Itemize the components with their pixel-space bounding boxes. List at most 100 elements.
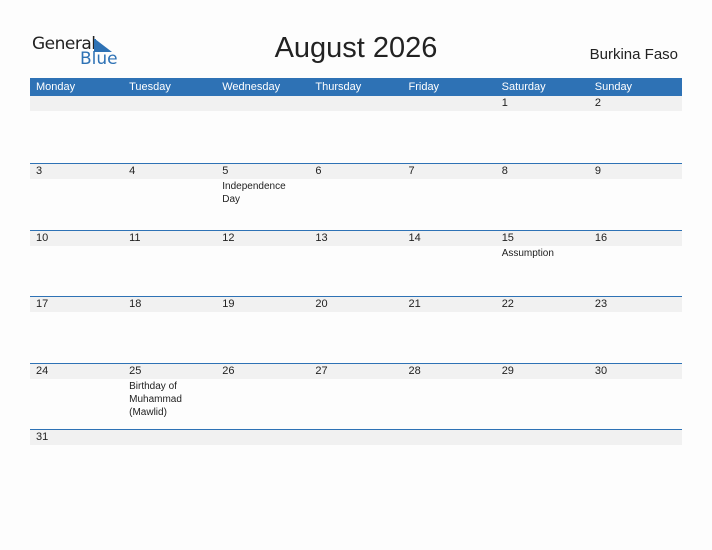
day-number: 11 — [129, 231, 141, 244]
week-row: 10 11 12 13 14 15 Assumption 16 — [30, 229, 682, 297]
day-cell[interactable] — [496, 430, 589, 447]
day-cell[interactable] — [589, 430, 682, 447]
day-number: 9 — [594, 165, 601, 177]
day-number: 23 — [594, 298, 608, 311]
week-row: 3 4 5 Independence Day 6 7 8 9 — [30, 163, 682, 230]
day-cell[interactable]: 24 — [30, 364, 123, 430]
day-number — [129, 96, 216, 111]
day-number: 16 — [594, 231, 608, 244]
day-number: 14 — [408, 231, 421, 244]
calendar-grid: Monday Tuesday Wednesday Thursday Friday Satu… — [30, 78, 682, 447]
day-cell[interactable]: 30 — [589, 364, 682, 430]
day-cell[interactable] — [403, 430, 496, 447]
day-cell[interactable]: 20 — [309, 297, 402, 363]
day-cell[interactable] — [403, 96, 496, 163]
day-cell[interactable]: 29 — [496, 364, 589, 430]
day-cell[interactable]: 15 Assumption — [496, 231, 589, 297]
weekday-monday: Monday — [36, 81, 76, 93]
day-cell[interactable]: 4 — [123, 164, 216, 230]
day-cell[interactable]: 28 — [403, 364, 496, 430]
day-number: 25 — [129, 364, 142, 377]
day-cell[interactable]: 18 — [123, 297, 216, 363]
day-cell[interactable]: 23 — [589, 297, 682, 363]
weekday-thursday: Thursday — [315, 81, 362, 93]
day-cell[interactable]: 2 — [589, 96, 682, 163]
day-cell[interactable]: 7 — [403, 164, 496, 230]
day-cell[interactable]: 21 — [403, 297, 496, 363]
weekday-header: Monday Tuesday Wednesday Thursday Friday Satu… — [30, 78, 682, 96]
day-cell[interactable]: 14 — [403, 231, 496, 297]
day-cell[interactable] — [216, 96, 309, 163]
day-cell[interactable]: 12 — [216, 231, 309, 297]
day-number: 13 — [315, 231, 328, 244]
day-number: 2 — [594, 97, 601, 109]
day-cell[interactable]: 6 — [309, 164, 402, 230]
day-number: 10 — [36, 231, 49, 244]
weekday-wednesday: Wednesday — [222, 81, 281, 93]
day-number — [315, 430, 402, 445]
day-number — [36, 96, 123, 111]
day-number: 18 — [129, 298, 142, 311]
day-number: 22 — [501, 298, 514, 311]
day-number: 30 — [594, 364, 608, 377]
day-cell[interactable] — [309, 430, 402, 447]
holiday-label: Birthday of Muhammad (Mawlid) — [129, 380, 182, 418]
day-number: 15 — [501, 231, 514, 244]
day-cell[interactable]: 8 — [496, 164, 589, 230]
day-number: 26 — [222, 364, 235, 377]
day-cell[interactable]: 26 — [216, 364, 309, 430]
weekday-saturday: Saturday — [501, 81, 546, 93]
day-number: 7 — [408, 165, 415, 177]
day-number: 20 — [315, 298, 328, 311]
day-number: 4 — [129, 165, 136, 177]
day-number — [502, 430, 589, 445]
day-number: 24 — [36, 364, 49, 377]
day-number: 28 — [408, 364, 421, 377]
week-row: 17 18 19 20 21 22 23 — [30, 296, 682, 363]
day-number — [409, 430, 496, 445]
day-number: 21 — [408, 298, 421, 311]
day-number: 27 — [315, 364, 328, 377]
day-number: 17 — [36, 298, 49, 311]
day-cell[interactable]: 31 — [30, 430, 123, 447]
week-row: 31 — [30, 429, 682, 447]
day-number — [315, 96, 402, 111]
day-number — [222, 96, 309, 111]
weekday-friday: Friday — [408, 81, 440, 93]
day-cell[interactable]: 10 — [30, 231, 123, 297]
day-number: 19 — [222, 298, 235, 311]
day-number — [222, 430, 309, 445]
day-cell[interactable]: 13 — [309, 231, 402, 297]
day-cell[interactable]: 22 — [496, 297, 589, 363]
day-number: 29 — [501, 364, 514, 377]
holiday-label: Independence Day — [222, 181, 286, 205]
day-cell[interactable]: 19 — [216, 297, 309, 363]
day-number — [595, 430, 682, 445]
day-cell[interactable]: 5 Independence Day — [216, 164, 309, 230]
day-cell[interactable]: 3 — [30, 164, 123, 230]
day-number: 3 — [36, 165, 43, 177]
weekday-sunday: Sunday — [594, 81, 633, 93]
day-cell[interactable]: 1 — [496, 96, 589, 163]
day-cell[interactable]: 9 — [589, 164, 682, 230]
day-cell[interactable] — [123, 430, 216, 447]
day-cell[interactable] — [123, 96, 216, 163]
week-row: 12 — [30, 96, 682, 163]
week-row: 24 25 Birthday of Muhammad (Mawlid) 26 27 28 2… — [30, 362, 682, 430]
day-number — [409, 96, 496, 111]
country-name: Burkina Faso — [589, 46, 678, 63]
day-number: 1 — [501, 97, 508, 109]
day-number: 8 — [501, 165, 508, 177]
day-cell[interactable] — [309, 96, 402, 163]
day-cell[interactable] — [30, 96, 123, 163]
day-cell[interactable]: 25 Birthday of Muhammad (Mawlid) — [123, 364, 216, 430]
day-cell[interactable]: 27 — [309, 364, 402, 430]
day-cell[interactable] — [216, 430, 309, 447]
day-cell[interactable]: 17 — [30, 297, 123, 363]
day-number: 5 — [222, 165, 229, 177]
day-cell[interactable]: 11 — [123, 231, 216, 297]
day-number: 6 — [315, 165, 322, 177]
day-number — [129, 430, 216, 445]
day-number: 12 — [222, 231, 235, 244]
day-cell[interactable]: 16 — [589, 231, 682, 297]
